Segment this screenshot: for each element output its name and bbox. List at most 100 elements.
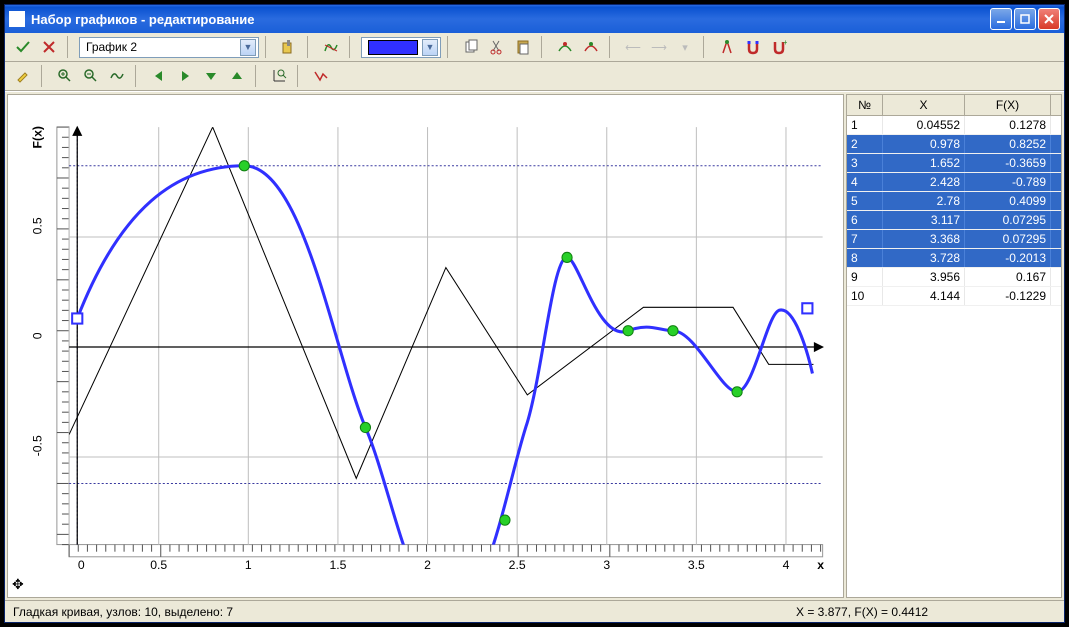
table-cell-fx: -0.2013 bbox=[965, 249, 1051, 267]
table-cell-n: 7 bbox=[847, 230, 883, 248]
table-cell-n: 1 bbox=[847, 116, 883, 134]
table-cell-x: 2.428 bbox=[883, 173, 965, 191]
table-cell-n: 3 bbox=[847, 154, 883, 172]
table-cell-n: 6 bbox=[847, 211, 883, 229]
table-row[interactable]: 93.9560.167 bbox=[847, 268, 1061, 287]
pan-up-button[interactable] bbox=[225, 65, 249, 87]
y-tick-label: -0.5 bbox=[31, 435, 45, 456]
series-smooth-curve[interactable] bbox=[77, 166, 812, 597]
table-cell-fx: 0.8252 bbox=[965, 135, 1051, 153]
tool-magnet-button[interactable] bbox=[741, 36, 765, 58]
curve-node[interactable] bbox=[668, 326, 678, 336]
x-tick-label: 1 bbox=[245, 558, 252, 572]
maximize-button[interactable] bbox=[1014, 8, 1036, 30]
column-header-n[interactable]: № bbox=[847, 95, 883, 115]
axis-settings-button[interactable] bbox=[267, 65, 291, 87]
y-tick-label: 0 bbox=[31, 332, 45, 339]
curve-node[interactable] bbox=[360, 422, 370, 432]
curve-endpoint[interactable] bbox=[72, 313, 82, 323]
table-cell-fx: 0.1278 bbox=[965, 116, 1051, 134]
zoom-out-button[interactable] bbox=[79, 65, 103, 87]
x-tick-label: 2 bbox=[424, 558, 431, 572]
accept-button[interactable] bbox=[11, 36, 35, 58]
status-left: Гладкая кривая, узлов: 10, выделено: 7 bbox=[13, 605, 233, 619]
toolbar-main: График 2 ▼ ▼ ⟵ ⟶ ▾ + bbox=[5, 33, 1064, 62]
table-cell-fx: 0.07295 bbox=[965, 211, 1051, 229]
table-cell-n: 9 bbox=[847, 268, 883, 286]
table-cell-n: 2 bbox=[847, 135, 883, 153]
table-cell-fx: -0.3659 bbox=[965, 154, 1051, 172]
chart-canvas[interactable]: 0 0.5 1 1.5 2 2.5 3 3.5 4 x -0.5 0 0.5 F… bbox=[8, 95, 843, 597]
move-handle-icon[interactable]: ✥ bbox=[12, 576, 24, 593]
curve-tool-button[interactable] bbox=[309, 65, 333, 87]
x-tick-label: 0 bbox=[78, 558, 85, 572]
table-body: 10.045520.127820.9780.825231.652-0.36594… bbox=[847, 116, 1061, 306]
column-header-x[interactable]: X bbox=[883, 95, 965, 115]
curve-node[interactable] bbox=[732, 387, 742, 397]
pan-right-button[interactable] bbox=[173, 65, 197, 87]
copy-button[interactable] bbox=[459, 36, 483, 58]
window-title: Набор графиков - редактирование bbox=[31, 12, 254, 27]
cut-button[interactable] bbox=[485, 36, 509, 58]
zoom-in-button[interactable] bbox=[53, 65, 77, 87]
status-bar: Гладкая кривая, узлов: 10, выделено: 7 X… bbox=[5, 600, 1064, 622]
table-cell-n: 4 bbox=[847, 173, 883, 191]
paste-button[interactable] bbox=[511, 36, 535, 58]
table-row[interactable]: 63.1170.07295 bbox=[847, 211, 1061, 230]
toolbar-view bbox=[5, 62, 1064, 91]
table-cell-x: 1.652 bbox=[883, 154, 965, 172]
x-tick-label: 1.5 bbox=[329, 558, 346, 572]
table-row[interactable]: 52.780.4099 bbox=[847, 192, 1061, 211]
close-button[interactable] bbox=[1038, 8, 1060, 30]
curve-endpoint[interactable] bbox=[802, 303, 812, 313]
table-cell-n: 10 bbox=[847, 287, 883, 305]
table-row[interactable]: 104.144-0.1229 bbox=[847, 287, 1061, 306]
reject-button[interactable] bbox=[37, 36, 61, 58]
curve-node[interactable] bbox=[500, 515, 510, 525]
x-tick-label: 2.5 bbox=[509, 558, 526, 572]
tool-compass-button[interactable] bbox=[715, 36, 739, 58]
table-row[interactable]: 42.428-0.789 bbox=[847, 173, 1061, 192]
curve-edit-b-button[interactable] bbox=[579, 36, 603, 58]
table-cell-fx: 0.4099 bbox=[965, 192, 1051, 210]
chart-pane[interactable]: 0 0.5 1 1.5 2 2.5 3 3.5 4 x -0.5 0 0.5 F… bbox=[7, 94, 844, 598]
nav-left-button[interactable]: ⟵ bbox=[621, 36, 645, 58]
y-tick-label: 0.5 bbox=[31, 217, 45, 234]
table-cell-x: 0.04552 bbox=[883, 116, 965, 134]
highlight-button[interactable] bbox=[11, 65, 35, 87]
x-tick-label: 4 bbox=[783, 558, 790, 572]
zoom-fit-button[interactable] bbox=[105, 65, 129, 87]
pan-down-button[interactable] bbox=[199, 65, 223, 87]
color-selector[interactable]: ▼ bbox=[361, 37, 441, 58]
table-row[interactable]: 83.728-0.2013 bbox=[847, 249, 1061, 268]
graph-selector[interactable]: График 2 ▼ bbox=[79, 37, 259, 58]
tool-snap-button[interactable]: + bbox=[767, 36, 791, 58]
table-cell-x: 3.956 bbox=[883, 268, 965, 286]
x-tick-label: 3.5 bbox=[688, 558, 705, 572]
app-icon bbox=[9, 11, 25, 27]
table-cell-fx: -0.789 bbox=[965, 173, 1051, 191]
curve-node[interactable] bbox=[623, 326, 633, 336]
table-row[interactable]: 20.9780.8252 bbox=[847, 135, 1061, 154]
properties-button[interactable] bbox=[277, 36, 301, 58]
table-row[interactable]: 10.045520.1278 bbox=[847, 116, 1061, 135]
table-row[interactable]: 73.3680.07295 bbox=[847, 230, 1061, 249]
table-row[interactable]: 31.652-0.3659 bbox=[847, 154, 1061, 173]
curve-edit-a-button[interactable] bbox=[553, 36, 577, 58]
table-cell-x: 2.78 bbox=[883, 192, 965, 210]
curve-node[interactable] bbox=[562, 252, 572, 262]
nav-right-button[interactable]: ⟶ bbox=[647, 36, 671, 58]
window: Набор графиков - редактирование График 2… bbox=[4, 4, 1065, 623]
pan-left-button[interactable] bbox=[147, 65, 171, 87]
chevron-down-icon: ▼ bbox=[240, 39, 256, 56]
nav-dropdown-button[interactable]: ▾ bbox=[673, 36, 697, 58]
curve-type-button[interactable] bbox=[319, 36, 343, 58]
data-table: № X F(X) 10.045520.127820.9780.825231.65… bbox=[846, 94, 1062, 598]
chevron-down-icon: ▼ bbox=[422, 39, 438, 56]
table-cell-x: 4.144 bbox=[883, 287, 965, 305]
table-cell-n: 5 bbox=[847, 192, 883, 210]
minimize-button[interactable] bbox=[990, 8, 1012, 30]
column-header-fx[interactable]: F(X) bbox=[965, 95, 1051, 115]
x-axis-label: x bbox=[817, 558, 824, 572]
curve-node[interactable] bbox=[239, 161, 249, 171]
